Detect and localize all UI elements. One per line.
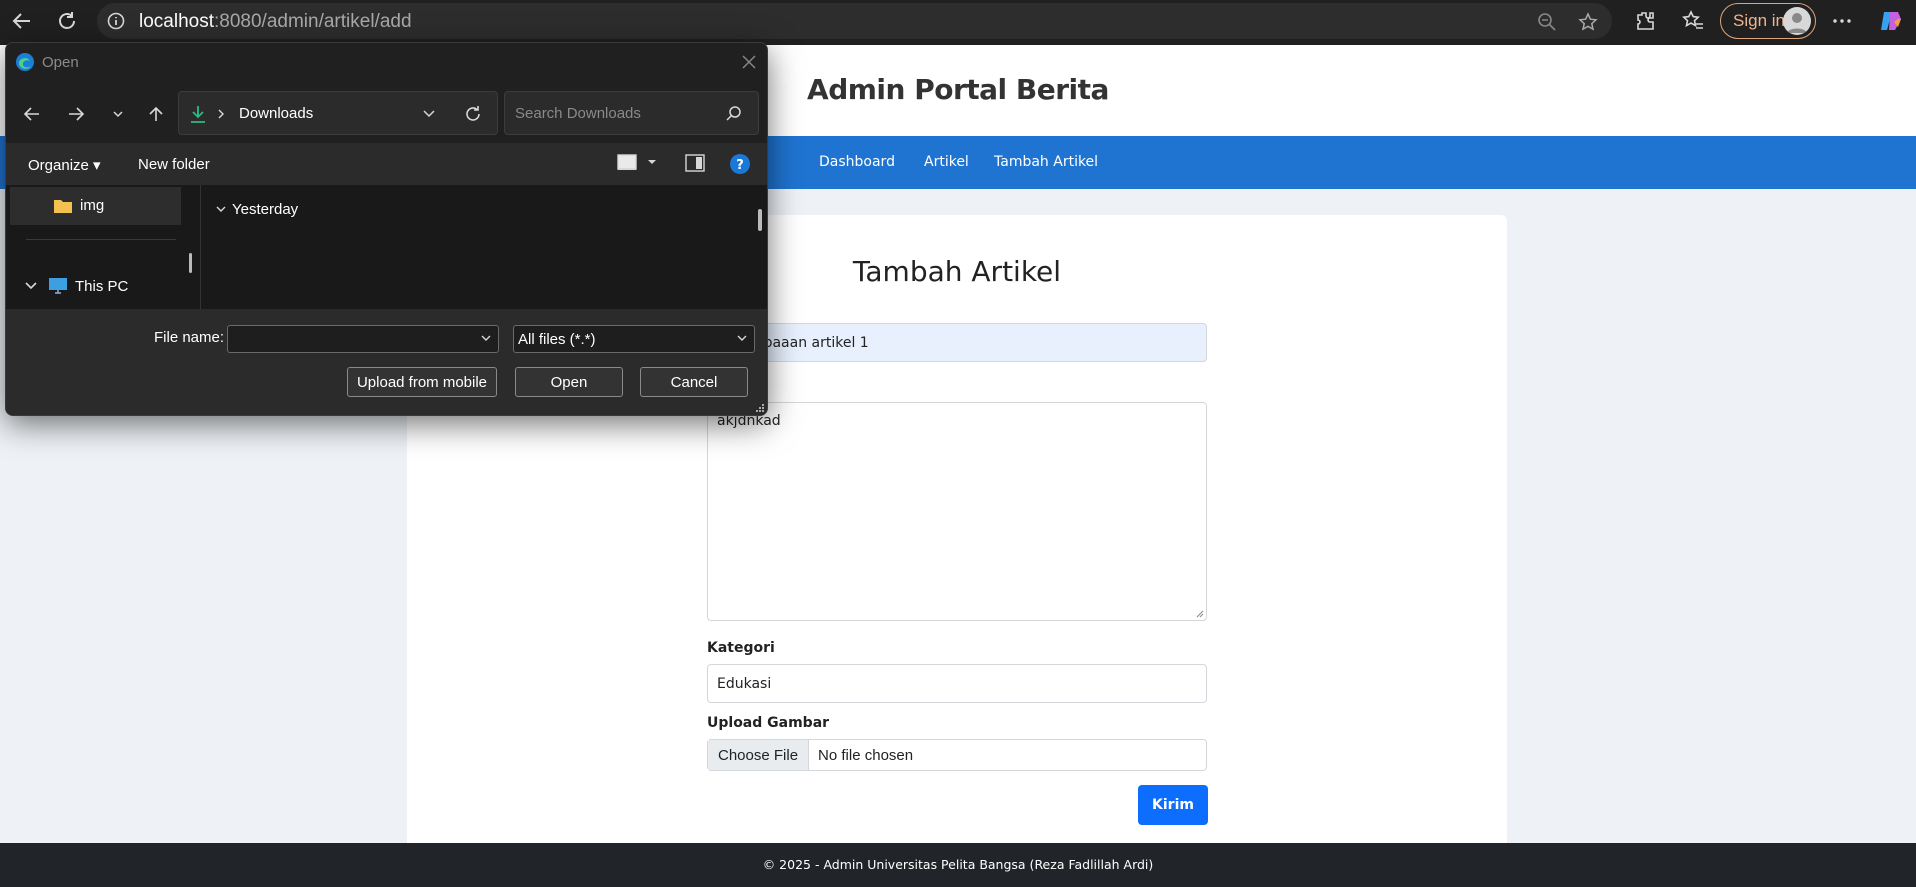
site-info-icon[interactable]: [107, 12, 125, 34]
search-placeholder: Search Downloads: [515, 105, 641, 122]
nav-divider: [26, 239, 176, 240]
forward-icon[interactable]: [64, 102, 88, 126]
file-name-label: File name:: [154, 329, 225, 346]
nav-item-this-pc[interactable]: This PC: [75, 278, 128, 295]
file-list-scrollbar[interactable]: [758, 209, 762, 231]
dialog-search-input[interactable]: Search Downloads: [504, 91, 759, 135]
chevron-down-icon[interactable]: [422, 108, 436, 120]
resize-grip-icon[interactable]: [754, 402, 766, 414]
upload-label: Upload Gambar: [707, 715, 830, 731]
chevron-down-icon[interactable]: [736, 334, 748, 344]
file-name-combobox[interactable]: [227, 325, 499, 353]
dialog-body: img This PC Yesterday: [6, 185, 767, 309]
search-icon[interactable]: [725, 105, 743, 123]
folder-icon: [54, 200, 72, 213]
expand-chevron-icon[interactable]: [24, 280, 38, 292]
upload-from-mobile-button[interactable]: Upload from mobile: [347, 367, 497, 397]
submit-button[interactable]: Kirim: [1138, 785, 1208, 825]
url-text: localhost:8080/admin/artikel/add: [139, 11, 412, 32]
breadcrumb-downloads[interactable]: Downloads: [239, 105, 313, 122]
path-bar[interactable]: Downloads: [178, 91, 498, 135]
nav-link-tambah-artikel[interactable]: Tambah Artikel: [994, 154, 1098, 170]
new-folder-button[interactable]: New folder: [138, 156, 210, 173]
svg-text:?: ?: [736, 158, 744, 173]
preview-pane-icon[interactable]: [684, 153, 706, 173]
title-input[interactable]: obaaan artikel 1: [707, 323, 1207, 362]
content-textarea[interactable]: akjdnkad: [707, 402, 1207, 621]
back-icon[interactable]: [20, 102, 44, 126]
navigation-pane: img This PC: [6, 185, 201, 309]
favorite-star-icon[interactable]: [1578, 12, 1598, 36]
nav-item-img[interactable]: img: [10, 187, 181, 225]
title-input-value: obaaan artikel 1: [755, 334, 869, 351]
address-bar[interactable]: localhost:8080/admin/artikel/add: [97, 3, 1612, 39]
cancel-button[interactable]: Cancel: [640, 367, 748, 397]
file-type-value: All files (*.*): [518, 330, 596, 348]
download-icon: [191, 106, 205, 123]
file-type-select[interactable]: All files (*.*): [513, 325, 755, 353]
zoom-icon[interactable]: [1537, 12, 1557, 36]
file-input[interactable]: Choose File No file chosen: [707, 739, 1207, 771]
open-file-dialog: Open Downloads Search Downloads Organize…: [5, 42, 768, 416]
resize-grip-icon[interactable]: [1194, 608, 1204, 618]
file-status: No file chosen: [818, 746, 914, 764]
refresh-icon[interactable]: [463, 104, 483, 124]
site-footer: © 2025 - Admin Universitas Pelita Bangsa…: [0, 843, 1916, 887]
avatar-icon: [1783, 7, 1811, 35]
choose-file-button[interactable]: Choose File: [708, 740, 810, 770]
back-icon[interactable]: [4, 3, 40, 39]
help-icon[interactable]: ?: [729, 153, 751, 175]
computer-icon: [49, 278, 67, 294]
extensions-icon[interactable]: [1627, 3, 1663, 39]
sign-in-button[interactable]: Sign in: [1720, 3, 1816, 39]
close-icon[interactable]: [739, 52, 759, 72]
nav-link-artikel[interactable]: Artikel: [924, 154, 969, 170]
recent-locations-icon[interactable]: [108, 104, 128, 124]
reload-icon[interactable]: [49, 3, 85, 39]
nav-scrollbar[interactable]: [189, 253, 192, 273]
view-dropdown-icon[interactable]: [647, 158, 657, 166]
chevron-down-icon[interactable]: [480, 334, 492, 344]
edge-icon: [16, 53, 34, 71]
dialog-title: Open: [42, 54, 79, 71]
dialog-footer: File name: All files (*.*) Upload from m…: [6, 309, 767, 415]
view-icon[interactable]: [616, 153, 638, 173]
dialog-nav-row: Downloads Search Downloads: [6, 81, 767, 143]
nav-item-img-label: img: [80, 197, 105, 214]
organize-menu[interactable]: Organize ▾: [28, 156, 101, 174]
open-button[interactable]: Open: [515, 367, 623, 397]
browser-toolbar: localhost:8080/admin/artikel/add Sign in: [0, 0, 1916, 44]
copilot-icon[interactable]: [1873, 3, 1909, 39]
up-folder-icon[interactable]: [144, 102, 168, 126]
favorites-icon[interactable]: [1675, 3, 1711, 39]
category-input[interactable]: Edukasi: [707, 664, 1207, 703]
group-collapse-icon[interactable]: [215, 205, 227, 215]
dialog-titlebar: Open: [6, 43, 767, 81]
dialog-command-bar: Organize ▾ New folder ?: [6, 143, 767, 185]
breadcrumb-chevron-icon: [218, 109, 224, 119]
nav-link-dashboard[interactable]: Dashboard: [819, 154, 895, 170]
category-label: Kategori: [707, 640, 775, 656]
group-header-yesterday[interactable]: Yesterday: [232, 201, 298, 218]
more-menu-icon[interactable]: [1824, 3, 1860, 39]
sign-in-label: Sign in: [1733, 11, 1785, 30]
category-value: Edukasi: [717, 675, 772, 692]
